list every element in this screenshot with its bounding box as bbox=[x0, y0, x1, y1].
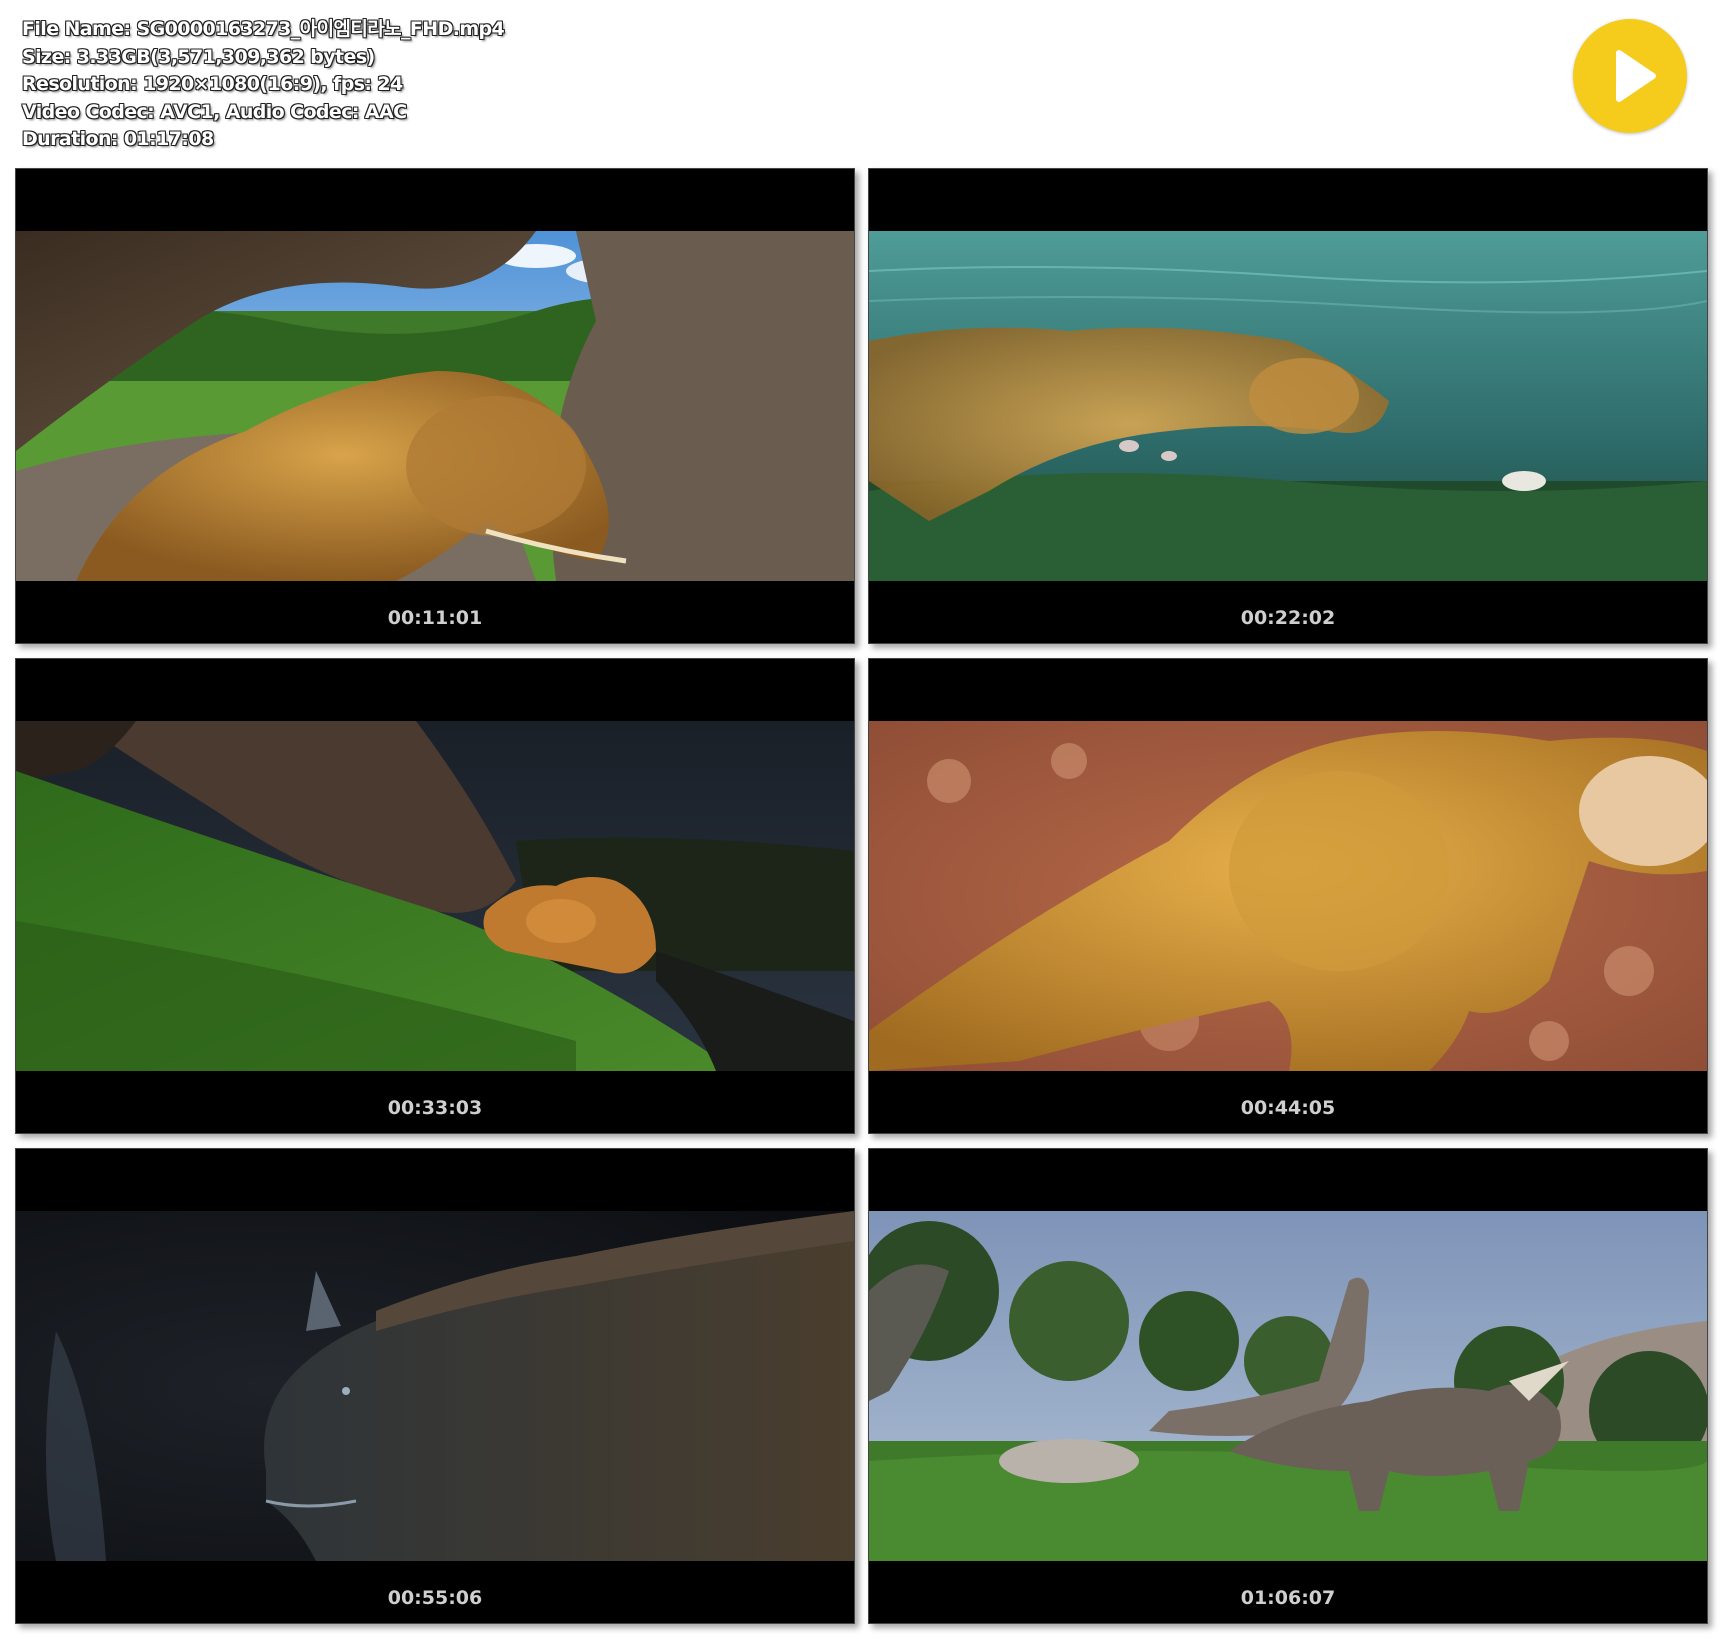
timestamp-label: 01:06:07 bbox=[1240, 1587, 1336, 1609]
timestamp-label: 00:33:03 bbox=[387, 1097, 483, 1119]
frame-triceratops-in-forest bbox=[869, 1211, 1707, 1561]
resolution-text: Resolution: 1920×1080(16:9), fps: 24 bbox=[22, 73, 403, 95]
thumbnail-1[interactable]: 00:11:01 bbox=[15, 168, 855, 644]
thumbnail-3[interactable]: 00:33:03 bbox=[15, 658, 855, 1134]
file-info-panel: File Name: SG0000163273_아이엠티라노_FHD.mp4 S… bbox=[22, 16, 505, 154]
timestamp-label: 00:55:06 bbox=[387, 1587, 483, 1609]
video-frame bbox=[869, 721, 1707, 1071]
thumbnail-6[interactable]: 01:06:07 bbox=[868, 1148, 1708, 1624]
frame-horned-dino-dark-cave bbox=[16, 1211, 854, 1561]
timestamp-label: 00:11:01 bbox=[387, 607, 483, 629]
frame-trex-under-rock-arch bbox=[16, 231, 854, 581]
timestamp-label: 00:22:02 bbox=[1240, 607, 1336, 629]
file-name-text: File Name: SG0000163273_아이엠티라노_FHD.mp4 bbox=[22, 18, 505, 40]
video-frame bbox=[16, 231, 854, 581]
thumbnail-5[interactable]: 00:55:06 bbox=[15, 1148, 855, 1624]
duration-text: Duration: 01:17:08 bbox=[22, 128, 214, 150]
play-button[interactable] bbox=[1573, 19, 1687, 133]
video-frame bbox=[869, 1211, 1707, 1561]
timestamp-label: 00:44:05 bbox=[1240, 1097, 1336, 1119]
play-icon bbox=[1616, 50, 1656, 102]
video-frame bbox=[16, 721, 854, 1071]
frame-trex-body-on-rocky-ground bbox=[869, 721, 1707, 1071]
frame-dino-on-grassy-slope-night bbox=[16, 721, 854, 1071]
video-frame bbox=[16, 1211, 854, 1561]
codec-text: Video Codec: AVC1, Audio Codec: AAC bbox=[22, 100, 407, 123]
file-size-text: Size: 3.33GB(3,571,309,362 bytes) bbox=[22, 45, 375, 68]
video-frame bbox=[869, 231, 1707, 581]
thumbnail-2[interactable]: 00:22:02 bbox=[868, 168, 1708, 644]
frame-trex-underwater bbox=[869, 231, 1707, 581]
thumbnail-4[interactable]: 00:44:05 bbox=[868, 658, 1708, 1134]
